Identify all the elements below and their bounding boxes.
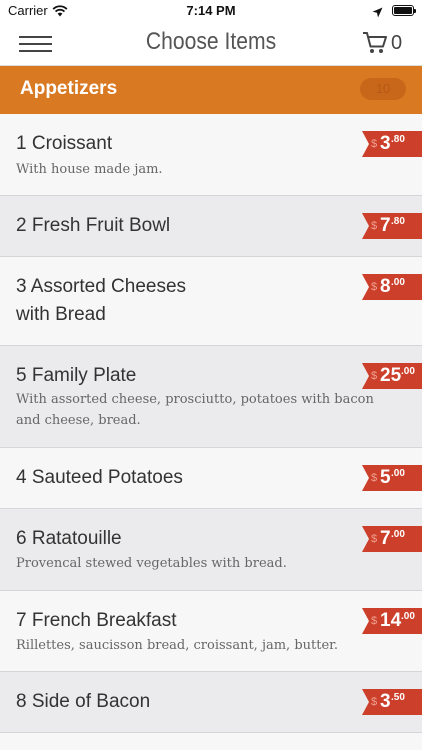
price-tag: $ 5 .00 <box>362 465 422 491</box>
menu-item[interactable]: 2 Fresh Fruit Bowl $ 7 .80 <box>0 196 422 257</box>
item-name: 1 Croissant <box>16 133 113 154</box>
price-tag: $ 7 .00 <box>362 526 422 552</box>
menu-item[interactable]: 4 Sauteed Potatoes $ 5 .00 <box>0 448 422 509</box>
menu-item[interactable]: 5 Family Plate With assorted cheese, pro… <box>0 346 422 448</box>
price-tag: $ 14 .00 <box>362 608 422 634</box>
item-description: Provencal stewed vegetables with bread. <box>16 556 287 571</box>
price-tag: $ 3 .50 <box>362 689 422 715</box>
menu-item[interactable] <box>0 733 422 750</box>
item-description: Rillettes, saucisson bread, croissant, j… <box>16 638 339 653</box>
menu-item[interactable]: 3 Assorted Cheeses with Bread $ 8 .00 <box>0 257 422 346</box>
section-count-badge: 10 <box>360 78 406 100</box>
cart-icon <box>362 31 388 60</box>
hamburger-icon <box>19 36 52 38</box>
menu-item[interactable]: 1 Croissant With house made jam. $ 3 .80 <box>0 114 422 196</box>
price-tag: $ 25 .00 <box>362 363 422 389</box>
status-bar: Carrier 7:14 PM <box>0 0 422 22</box>
clock: 7:14 PM <box>186 3 236 18</box>
menu-item[interactable]: 7 French Breakfast Rillettes, saucisson … <box>0 591 422 672</box>
page-title: Choose Items <box>145 28 277 55</box>
item-name: 4 Sauteed Potatoes <box>16 467 183 488</box>
item-name: 5 Family Plate <box>16 365 137 386</box>
item-description: With house made jam. <box>16 162 163 177</box>
menu-button[interactable] <box>19 34 52 54</box>
battery-icon <box>392 5 416 16</box>
item-name: 7 French Breakfast <box>16 610 177 631</box>
section-header-appetizers[interactable]: Appetizers 10 <box>0 66 422 114</box>
item-name: 6 Ratatouille <box>16 528 122 549</box>
menu-list: 1 Croissant With house made jam. $ 3 .80… <box>0 114 422 750</box>
section-title: Appetizers <box>20 78 118 99</box>
price-tag: $ 7 .80 <box>362 213 422 239</box>
price-tag: $ 3 .80 <box>362 131 422 157</box>
cart-count: 0 <box>391 32 403 54</box>
location-arrow-icon <box>372 5 383 23</box>
price-tag: $ 8 .00 <box>362 274 422 300</box>
menu-item[interactable]: 8 Side of Bacon $ 3 .50 <box>0 672 422 733</box>
menu-item[interactable]: 6 Ratatouille Provencal stewed vegetable… <box>0 509 422 591</box>
item-description: With assorted cheese, prosciutto, potato… <box>16 392 374 428</box>
cart-button[interactable]: 0 <box>362 30 406 58</box>
item-name: 8 Side of Bacon <box>16 691 151 712</box>
nav-bar: Choose Items 0 <box>0 22 422 66</box>
item-name: 2 Fresh Fruit Bowl <box>16 215 171 236</box>
item-name: 3 Assorted Cheeses with Bread <box>16 276 187 325</box>
